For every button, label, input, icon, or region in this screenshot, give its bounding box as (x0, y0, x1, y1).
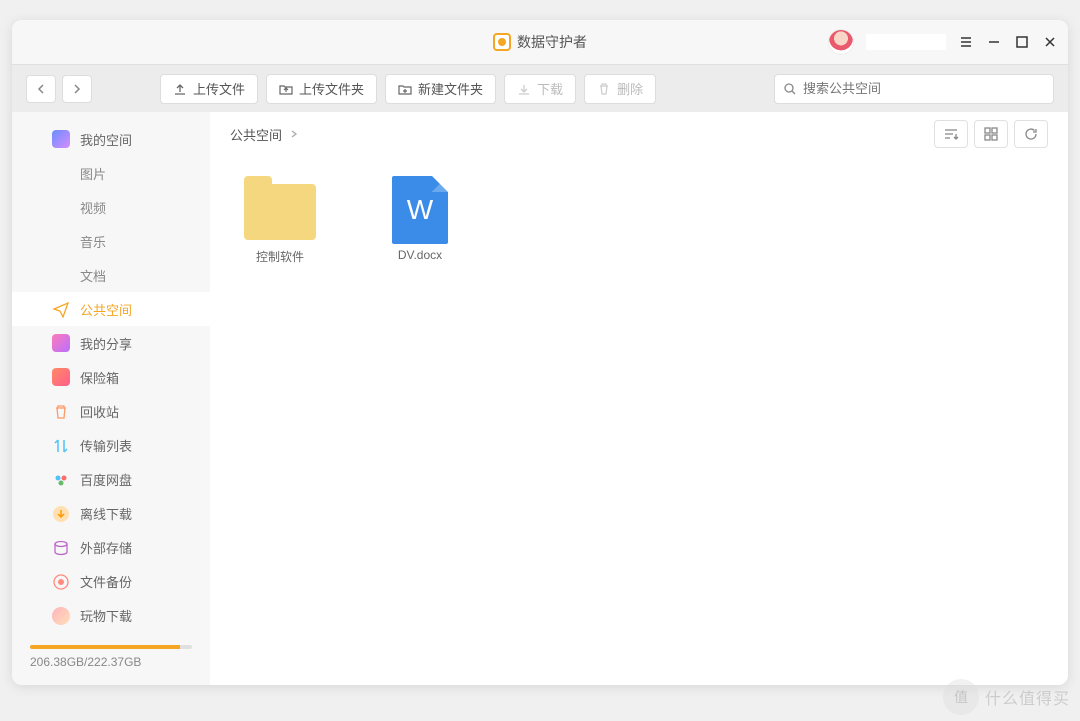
sidebar-item-public[interactable]: 公共空间 (12, 292, 210, 326)
new-folder-icon (398, 82, 412, 96)
search-box[interactable] (774, 74, 1054, 104)
sidebar-item-documents[interactable]: 文档 (12, 258, 210, 292)
download-circle-icon (52, 505, 70, 523)
breadcrumb-current: 公共空间 (230, 125, 282, 144)
trash-icon (597, 82, 611, 96)
recycle-icon (52, 403, 70, 421)
sidebar-item-share[interactable]: 我的分享 (12, 326, 210, 360)
backup-icon (52, 573, 70, 591)
nav-forward-button[interactable] (62, 75, 92, 103)
sidebar-item-offline[interactable]: 离线下载 (12, 497, 210, 531)
sort-button[interactable] (934, 120, 968, 148)
nav-back-button[interactable] (26, 75, 56, 103)
watermark-text: 什么值得买 (985, 685, 1070, 709)
watermark-badge: 值 (943, 679, 979, 715)
app-window: 数据守护者 上传文件 上传文件夹 新建文件夹 下载 (12, 20, 1068, 685)
upload-icon (173, 82, 187, 96)
sidebar-item-wanwu[interactable]: 玩物下载 (12, 599, 210, 633)
app-title-text: 数据守护者 (517, 32, 587, 52)
transfer-icon (52, 437, 70, 455)
view-controls (934, 120, 1048, 148)
storage-fill (30, 645, 180, 649)
delete-button: 删除 (584, 74, 656, 104)
share-icon (52, 334, 70, 352)
breadcrumb-row: 公共空间 (210, 112, 1068, 156)
nav-buttons (26, 75, 92, 103)
sidebar-item-external[interactable]: 外部存储 (12, 531, 210, 565)
sidebar-item-backup[interactable]: 文件备份 (12, 565, 210, 599)
user-avatar[interactable] (828, 29, 854, 55)
download-icon (517, 82, 531, 96)
file-name: 控制软件 (256, 248, 304, 265)
watermark: 值 什么值得买 (943, 679, 1070, 715)
titlebar-right (828, 29, 1058, 55)
toolbar: 上传文件 上传文件夹 新建文件夹 下载 删除 (12, 64, 1068, 112)
file-grid: 控制软件 W DV.docx (210, 156, 1068, 685)
breadcrumb[interactable]: 公共空间 (230, 125, 298, 144)
cloud-icon (52, 471, 70, 489)
titlebar: 数据守护者 (12, 20, 1068, 64)
storage-bar (30, 645, 192, 649)
body: 我的空间 图片 视频 音乐 文档 公共空间 我的分享 保险箱 回收站 (12, 112, 1068, 685)
grid-view-button[interactable] (974, 120, 1008, 148)
folder-upload-icon (279, 82, 293, 96)
file-item-folder[interactable]: 控制软件 (230, 176, 330, 265)
storage-text: 206.38GB/222.37GB (30, 655, 192, 669)
safebox-icon (52, 368, 70, 386)
storage-icon (52, 539, 70, 557)
refresh-button[interactable] (1014, 120, 1048, 148)
sidebar-item-transfer[interactable]: 传输列表 (12, 429, 210, 463)
file-item-docx[interactable]: W DV.docx (370, 176, 470, 265)
docx-icon: W (384, 176, 456, 240)
menu-button[interactable] (958, 34, 974, 50)
upload-folder-button[interactable]: 上传文件夹 (266, 74, 377, 104)
chevron-right-icon (290, 130, 298, 138)
myspace-icon (52, 130, 70, 148)
upload-file-button[interactable]: 上传文件 (160, 74, 258, 104)
send-icon (52, 300, 70, 318)
file-name: DV.docx (398, 248, 442, 262)
new-folder-button[interactable]: 新建文件夹 (385, 74, 496, 104)
storage-indicator: 206.38GB/222.37GB (12, 633, 210, 685)
sidebar-item-myspace[interactable]: 我的空间 (12, 122, 210, 156)
username (866, 34, 946, 50)
sidebar-item-pictures[interactable]: 图片 (12, 156, 210, 190)
sidebar-item-videos[interactable]: 视频 (12, 190, 210, 224)
main-panel: 公共空间 控制软件 W DV.docx (210, 112, 1068, 685)
app-logo-icon (493, 33, 511, 51)
sidebar-item-baidu[interactable]: 百度网盘 (12, 463, 210, 497)
search-input[interactable] (803, 81, 1045, 96)
sidebar-item-safebox[interactable]: 保险箱 (12, 360, 210, 394)
wanwu-icon (52, 607, 70, 625)
maximize-button[interactable] (1014, 34, 1030, 50)
app-title: 数据守护者 (493, 32, 587, 52)
sidebar-item-recycle[interactable]: 回收站 (12, 395, 210, 429)
minimize-button[interactable] (986, 34, 1002, 50)
sidebar-item-music[interactable]: 音乐 (12, 224, 210, 258)
sidebar: 我的空间 图片 视频 音乐 文档 公共空间 我的分享 保险箱 回收站 (12, 112, 210, 685)
download-button: 下载 (504, 74, 576, 104)
close-button[interactable] (1042, 34, 1058, 50)
search-icon (783, 82, 797, 96)
folder-icon (244, 176, 316, 240)
